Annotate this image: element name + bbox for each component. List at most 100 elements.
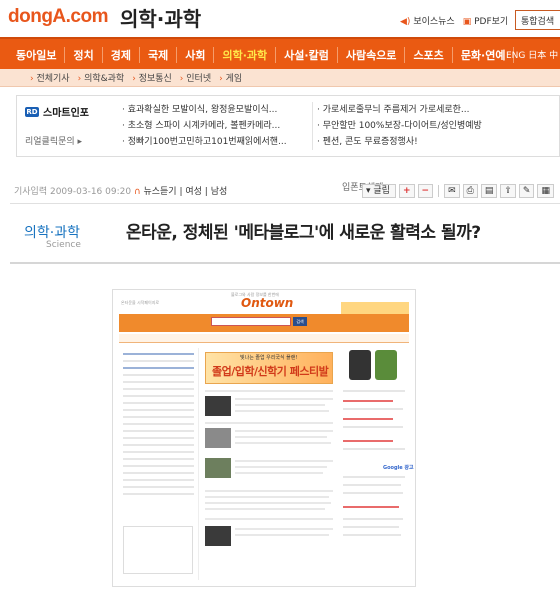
embedded-thumbnail <box>205 458 231 478</box>
pdf-link[interactable]: ▣ PDF보기 <box>463 14 509 27</box>
embedded-line <box>235 460 333 462</box>
ad-link[interactable]: 펜션, 콘도 무료증정행사! <box>317 134 482 150</box>
embedded-line <box>123 486 194 488</box>
ad-link[interactable]: 가로세로줄무늬 주름제거 가로세로한... <box>317 102 482 118</box>
ad-link[interactable]: 초소형 스파이 시계카메라, 볼펜카메라... <box>122 118 287 134</box>
rd-badge-icon: RD <box>25 106 39 117</box>
article-image: 온타운을 시작페이지로 블로그와 사람 정보를 한번에 Ontown 검색 빛나… <box>112 289 416 587</box>
sub-nav-item[interactable]: 전체기사 <box>30 71 69 84</box>
top-links: ◀) 보이스뉴스 ▣ PDF보기 <box>400 14 508 27</box>
embedded-line <box>123 409 194 411</box>
top-header: dongA.com 의학·과학 ◀) 보이스뉴스 ▣ PDF보기 통합검색 <box>0 0 560 34</box>
sub-nav-item[interactable]: 인터넷 <box>180 71 211 84</box>
embedded-line <box>123 430 194 432</box>
nav-item[interactable]: 사람속으로 <box>338 47 406 63</box>
embedded-banner-text: 졸업/입학/신학기 페스티발 <box>212 365 329 378</box>
email-icon[interactable]: ✉ <box>444 184 460 198</box>
font-select[interactable]: ▾ 글립 <box>362 184 396 198</box>
embedded-line <box>343 390 405 392</box>
ad-link[interactable]: 정빠기100번고민하고101번째읽에서핸... <box>122 134 287 150</box>
embedded-ontown-logo: Ontown <box>241 296 294 310</box>
divider-top <box>10 203 560 204</box>
embedded-line <box>123 451 194 453</box>
embedded-line <box>343 408 403 410</box>
ad-column-right: 가로세로줄무늬 주름제거 가로세로한...무안할만 100%보장-다이어트/성인… <box>317 102 482 150</box>
site-logo[interactable]: dongA.com <box>8 6 109 28</box>
embedded-line <box>235 534 329 536</box>
more-icon[interactable]: ▦ <box>537 184 554 198</box>
female-voice-link[interactable]: 여성 <box>185 187 202 197</box>
section-title[interactable]: 의학·과학 <box>120 3 201 32</box>
embedded-line <box>123 493 194 495</box>
embedded-line <box>235 436 327 438</box>
ad-link[interactable]: 효과확실한 모발이식, 왕정윤모발이식... <box>122 102 287 118</box>
category-label[interactable]: 의학·과학 <box>24 222 80 242</box>
article-toolbar: ▾ 글립 + − ✉ ⎙ ▤ ⇪ ✎ ▦ <box>362 184 554 198</box>
nav-item[interactable]: 동아일보 <box>8 47 66 63</box>
embedded-line <box>123 374 194 376</box>
nav-item[interactable]: 경제 <box>103 47 140 63</box>
nav-item[interactable]: 정치 <box>65 47 103 63</box>
blog-icon[interactable]: ✎ <box>518 184 535 198</box>
embedded-line <box>123 402 194 404</box>
embedded-line <box>123 367 194 369</box>
embedded-line <box>123 360 194 362</box>
embedded-line <box>205 496 329 498</box>
embedded-line <box>123 395 194 397</box>
nav-item[interactable]: 의학·과학 <box>214 47 277 63</box>
ad-inquiry-link[interactable]: 리얼클릭문의 ▸ <box>25 134 82 147</box>
embedded-line <box>123 416 194 418</box>
font-decrease-button[interactable]: − <box>417 184 434 198</box>
embedded-line <box>123 437 194 439</box>
embedded-festival-banner: 빛나는 졸업 우리국식 플랜! 졸업/입학/신학기 페스티발 <box>205 352 333 384</box>
scrap-icon[interactable]: ▤ <box>480 184 498 198</box>
embedded-phone-ad <box>349 350 371 380</box>
embedded-line <box>205 490 333 492</box>
sub-nav-item[interactable]: 정보통신 <box>132 71 172 84</box>
ad-brand[interactable]: RD 스마트인포 <box>25 104 89 119</box>
embedded-line <box>205 502 331 504</box>
ad-divider <box>312 102 313 150</box>
embedded-banner-top: 빛나는 졸업 우리국식 플랜! <box>240 355 298 361</box>
nav-item[interactable]: 스포츠 <box>405 47 453 63</box>
ad-column-left: 효과확실한 모발이식, 왕정윤모발이식...초소형 스파이 시계카메라, 볼펜카… <box>122 102 287 150</box>
embedded-start-page-link: 온타운을 시작페이지로 <box>121 300 160 305</box>
language-links[interactable]: ENG 日本 中 <box>506 48 558 61</box>
embedded-line <box>343 440 393 442</box>
headphone-icon: ∩ <box>133 187 141 197</box>
news-listen-link[interactable]: 뉴스듣기 <box>143 187 176 197</box>
article-info-bar: 기사입력 2009-03-16 09:20 ∩ 뉴스듣기 | 여성 | 남성 <box>14 187 228 197</box>
embedded-line <box>123 479 194 481</box>
embedded-line <box>343 492 403 494</box>
embedded-line <box>235 528 333 530</box>
divider-bottom <box>10 262 560 264</box>
embedded-line <box>343 518 403 520</box>
nav-item[interactable]: 사회 <box>177 47 215 63</box>
embedded-line <box>235 442 331 444</box>
ad-link[interactable]: 무안할만 100%보장-다이어트/성인병예방 <box>317 118 482 134</box>
sub-nav: 전체기사 의학&과학 정보통신 인터넷 게임 <box>0 69 560 87</box>
embedded-line <box>205 390 333 392</box>
nav-item[interactable]: 사설·칼럼 <box>276 47 338 63</box>
ad-brand-label: 스마트인포 <box>43 108 89 119</box>
embedded-line <box>235 410 329 412</box>
embedded-line <box>123 465 194 467</box>
print-icon[interactable]: ⎙ <box>462 184 478 198</box>
sub-nav-item[interactable]: 게임 <box>219 71 243 84</box>
embedded-thumbnail <box>205 396 231 416</box>
male-voice-link[interactable]: 남성 <box>211 187 228 197</box>
sub-nav-item[interactable]: 의학&과학 <box>78 71 124 84</box>
toolbar-separator <box>438 185 440 197</box>
font-increase-button[interactable]: + <box>399 184 415 198</box>
share-icon[interactable]: ⇪ <box>500 184 516 198</box>
embedded-thumbnail <box>205 526 231 546</box>
integrated-search-button[interactable]: 통합검색 <box>515 10 560 30</box>
pdf-icon: ▣ <box>462 17 472 27</box>
embedded-tag-cloud <box>123 526 193 574</box>
embedded-thumbnail <box>205 428 231 448</box>
embedded-line <box>343 448 405 450</box>
embedded-nav <box>119 334 409 343</box>
voice-news-link[interactable]: ◀) 보이스뉴스 <box>400 14 455 27</box>
embedded-line <box>205 422 333 424</box>
nav-item[interactable]: 국제 <box>140 47 178 63</box>
